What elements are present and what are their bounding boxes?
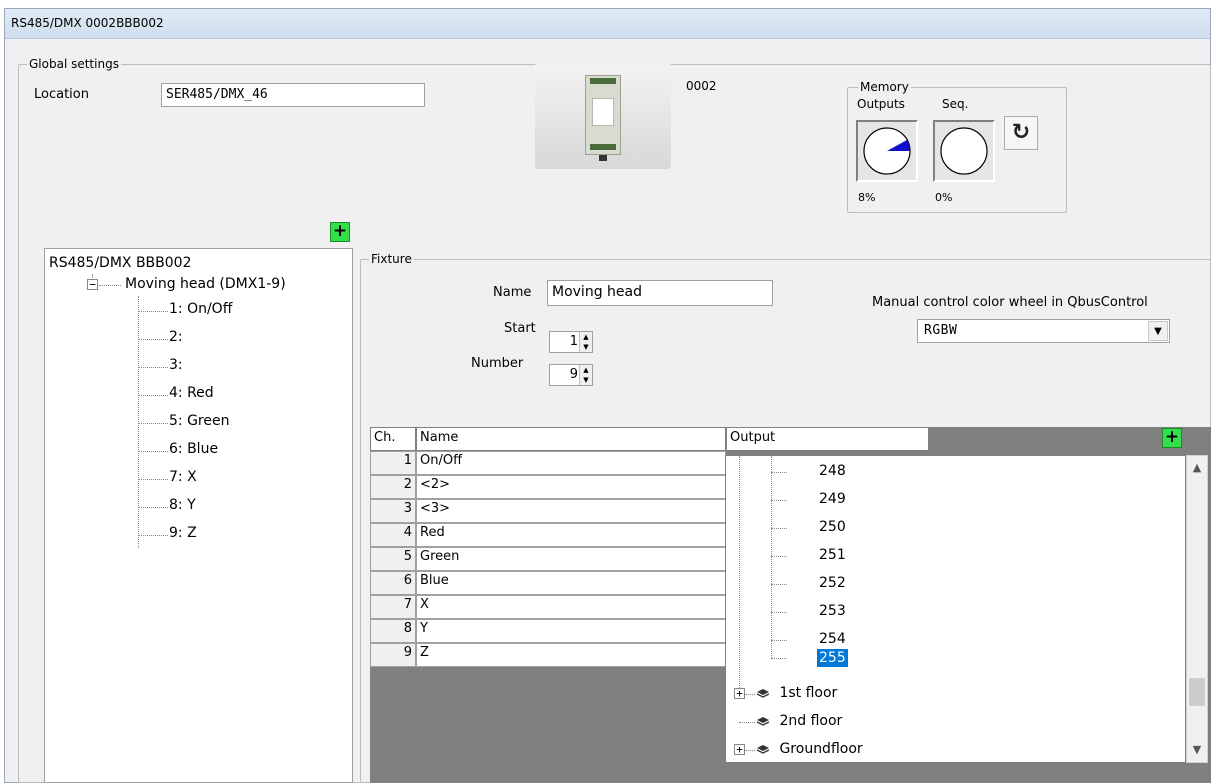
spin-down-icon[interactable]: ▼ <box>580 375 592 385</box>
output-option[interactable]: 253 <box>819 603 846 619</box>
tree-channel[interactable]: 6: Blue <box>169 441 218 457</box>
output-option[interactable]: 254 <box>819 631 846 647</box>
location-input[interactable]: SER485/DMX_46 <box>161 83 425 107</box>
tree-channel[interactable]: 8: Y <box>169 497 196 513</box>
grid-cell-name[interactable]: X <box>416 595 726 619</box>
spin-up-icon[interactable]: ▲ <box>580 365 592 375</box>
tree-channel[interactable]: 7: X <box>169 469 197 485</box>
output-dropdown-scrollbar[interactable]: ▲ ▼ <box>1186 455 1208 763</box>
scroll-down-icon[interactable]: ▼ <box>1187 740 1207 760</box>
grid-cell-ch[interactable]: 4 <box>370 523 416 547</box>
output-dropdown[interactable]: 248 249 250 251 252 253 254 255 + 1st fl… <box>725 455 1186 763</box>
grid-cell-ch[interactable]: 8 <box>370 619 416 643</box>
tree-fixture[interactable]: Moving head (DMX1-9) <box>125 276 286 292</box>
add-channel-button[interactable]: + <box>1162 428 1182 448</box>
layer-icon <box>757 744 769 754</box>
collapse-icon[interactable]: − <box>87 279 98 290</box>
tree-root[interactable]: RS485/DMX BBB002 <box>49 255 192 271</box>
output-option-selected[interactable]: 255 <box>817 649 848 667</box>
grid-cell-name[interactable]: Green <box>416 547 726 571</box>
fixture-tree[interactable]: RS485/DMX BBB002 − Moving head (DMX1-9) … <box>44 248 353 783</box>
outputs-memory-pie <box>863 127 911 175</box>
expand-icon[interactable]: + <box>734 744 745 755</box>
grid-cell-name[interactable]: On/Off <box>416 451 726 475</box>
tree-channel[interactable]: 9: Z <box>169 525 197 541</box>
grid-header-ch[interactable]: Ch. <box>370 427 416 451</box>
grid-cell-ch[interactable]: 1 <box>370 451 416 475</box>
output-group[interactable]: 1st floor <box>779 685 837 701</box>
fixture-legend: Fixture <box>369 251 414 267</box>
refresh-button[interactable]: ↻ <box>1004 116 1038 150</box>
window-title: RS485/DMX 0002BBB002 <box>11 16 164 30</box>
grid-cell-ch[interactable]: 9 <box>370 643 416 667</box>
grid-cell-name[interactable]: Blue <box>416 571 726 595</box>
start-spin-arrows[interactable]: ▲ ▼ <box>579 332 592 352</box>
output-group[interactable]: 2nd floor <box>779 713 842 729</box>
grid-cell-ch[interactable]: 3 <box>370 499 416 523</box>
color-wheel-value: RGBW <box>924 323 958 338</box>
grid-cell-ch[interactable]: 6 <box>370 571 416 595</box>
tree-channel[interactable]: 1: On/Off <box>169 301 232 317</box>
plus-icon: + <box>332 221 348 241</box>
plus-icon: + <box>1164 427 1180 447</box>
output-option[interactable]: 252 <box>819 575 846 591</box>
add-fixture-button[interactable]: + <box>330 222 350 242</box>
number-value: 9 <box>569 367 578 382</box>
number-spinner[interactable]: 9 ▲ ▼ <box>549 364 593 386</box>
output-option[interactable]: 248 <box>819 463 846 479</box>
grid-cell-ch[interactable]: 5 <box>370 547 416 571</box>
memory-outputs-label: Outputs <box>857 97 905 111</box>
output-group[interactable]: Groundfloor <box>779 741 862 757</box>
grid-header-output[interactable]: Output <box>726 427 929 451</box>
spin-up-icon[interactable]: ▲ <box>580 332 592 342</box>
grid-cell-name[interactable]: <3> <box>416 499 726 523</box>
fixture-number-label: Number <box>471 356 524 371</box>
grid-cell-name[interactable]: Red <box>416 523 726 547</box>
top-edge <box>0 0 1211 8</box>
layer-icon <box>757 716 769 726</box>
tree-channel[interactable]: 2: <box>169 329 183 345</box>
seq-percent: 0% <box>935 191 953 204</box>
memory-legend: Memory <box>858 79 911 95</box>
outputs-memory-gauge <box>856 120 918 182</box>
title-bar: RS485/DMX 0002BBB002 <box>5 9 1210 39</box>
seq-memory-gauge <box>933 120 995 182</box>
layer-icon <box>757 688 769 698</box>
grid-cell-ch[interactable]: 2 <box>370 475 416 499</box>
global-settings-legend: Global settings <box>27 56 121 72</box>
output-option[interactable]: 251 <box>819 547 846 563</box>
grid-cell-ch[interactable]: 7 <box>370 595 416 619</box>
outputs-percent: 8% <box>858 191 876 204</box>
grid-cell-name[interactable]: <2> <box>416 475 726 499</box>
output-option[interactable]: 249 <box>819 491 846 507</box>
start-value: 1 <box>569 334 578 349</box>
scroll-up-icon[interactable]: ▲ <box>1187 458 1207 478</box>
location-label: Location <box>34 87 89 102</box>
number-spin-arrows[interactable]: ▲ ▼ <box>579 365 592 385</box>
device-image <box>535 63 671 169</box>
scroll-thumb[interactable] <box>1189 678 1205 706</box>
start-spinner[interactable]: 1 ▲ ▼ <box>549 331 593 353</box>
grid-cell-name[interactable]: Z <box>416 643 726 667</box>
output-option[interactable]: 250 <box>819 519 846 535</box>
chevron-down-icon[interactable]: ▼ <box>1148 321 1168 341</box>
tree-channel[interactable]: 4: Red <box>169 385 214 401</box>
grid-header-name[interactable]: Name <box>416 427 726 451</box>
expand-icon[interactable]: + <box>734 688 745 699</box>
memory-seq-label: Seq. <box>942 97 969 111</box>
spin-down-icon[interactable]: ▼ <box>580 342 592 352</box>
color-wheel-label: Manual control color wheel in QbusContro… <box>872 295 1148 310</box>
tree-channel[interactable]: 3: <box>169 357 183 373</box>
fixture-name-label: Name <box>493 285 532 300</box>
device-id: 0002 <box>686 79 717 93</box>
tree-channel[interactable]: 5: Green <box>169 413 229 429</box>
refresh-icon: ↻ <box>1011 120 1031 145</box>
seq-memory-pie <box>940 127 988 175</box>
fixture-start-label: Start <box>504 321 536 336</box>
grid-cell-name[interactable]: Y <box>416 619 726 643</box>
color-wheel-select[interactable]: RGBW ▼ <box>917 319 1170 343</box>
fixture-name-input[interactable]: Moving head <box>547 280 773 306</box>
